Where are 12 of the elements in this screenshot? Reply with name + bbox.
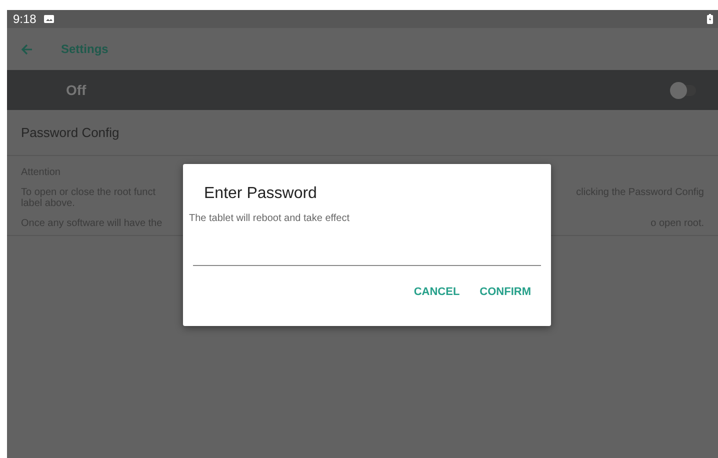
dialog-button[interactable]: CONFIRM bbox=[472, 278, 539, 306]
dialog-button[interactable]: CANCEL bbox=[406, 278, 468, 306]
dialog-title: Enter Password bbox=[204, 185, 318, 203]
battery-icon bbox=[707, 14, 713, 24]
toolbar-title: Settings bbox=[61, 42, 108, 56]
image-icon bbox=[44, 15, 54, 23]
password-config-row[interactable]: Password Config bbox=[7, 110, 718, 156]
status-time: 9:18 bbox=[13, 12, 36, 26]
dialog-message: The tablet will reboot and take effect bbox=[189, 213, 350, 224]
back-arrow-icon[interactable] bbox=[21, 44, 33, 54]
switch-label: Off bbox=[66, 82, 86, 98]
toggle-switch[interactable] bbox=[672, 84, 696, 96]
